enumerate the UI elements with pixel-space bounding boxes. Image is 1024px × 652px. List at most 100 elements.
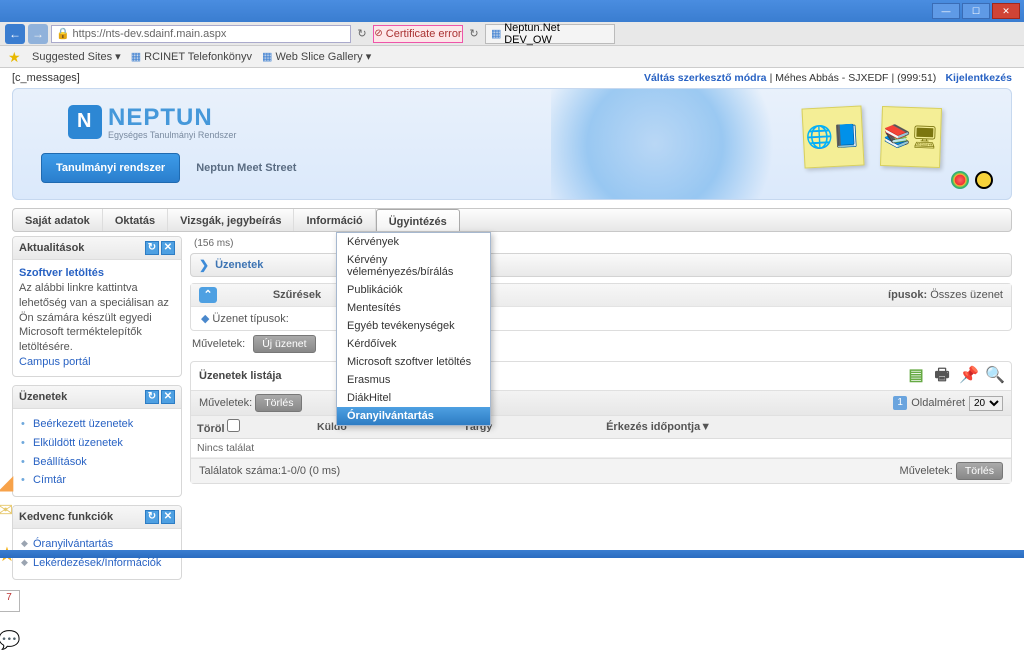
url-field[interactable]: 🔒 https://nts-dev.sdainf.main.aspx [51, 25, 351, 43]
maximize-button[interactable]: ☐ [962, 3, 990, 19]
fav-oranyilvantartas[interactable]: Óranyilvántartás [33, 538, 113, 550]
campus-portal-link[interactable]: Campus portál [19, 356, 91, 368]
submenu-ms-szoftver[interactable]: Microsoft szoftver letöltés [337, 353, 490, 371]
load-time: (156 ms) [194, 238, 1012, 249]
filter-types-partial: ípusok: Összes üzenet [888, 289, 1003, 301]
chevron-right-icon[interactable]: ❯ [199, 258, 209, 272]
fav-webslice[interactable]: ▦ Web Slice Gallery ▾ [262, 50, 371, 63]
color-theme-icon[interactable] [951, 171, 969, 189]
close-icon[interactable]: ✕ [161, 510, 175, 524]
browser-tab[interactable]: ▦ Neptun.Net DEV_OW [485, 24, 615, 44]
refresh-icon[interactable]: ↻ [145, 390, 159, 404]
refresh-icon[interactable]: ↻ [145, 241, 159, 255]
postit-icon: 📚🖥 [880, 106, 942, 168]
postit-icon: 🌐📘 [801, 105, 864, 168]
menu-vizsgak[interactable]: Vizsgák, jegybeírás [168, 209, 294, 231]
accessibility-icons [951, 171, 993, 189]
operations-row: Műveletek: Új üzenet [192, 335, 1012, 353]
sent-link[interactable]: Elküldött üzenetek [33, 437, 123, 449]
mode-academic[interactable]: Tanulmányi rendszer [41, 153, 180, 183]
no-result: Nincs találat [191, 439, 1011, 458]
software-download-link[interactable]: Szoftver letöltés [19, 267, 104, 279]
filter-box: ⌃ Szűrések ípusok: Összes üzenet ◆ Üzene… [190, 283, 1012, 331]
logout-link[interactable]: Kijelentkezés [945, 72, 1012, 84]
c-messages: [c_messages] [12, 72, 80, 84]
submenu-publikaciok[interactable]: Publikációk [337, 281, 490, 299]
speech-icon[interactable]: 💬 [0, 630, 20, 652]
favorites-star-icon[interactable]: ★ [8, 50, 22, 64]
message-list-panel: Üzenetek listája ▤ 🖶 📌 🔍 Műveletek: Törl… [190, 361, 1012, 484]
bullet-icon: ◆ [201, 313, 209, 325]
logo: NEPTUN Egységes Tanulmányi Rendszer [68, 104, 236, 140]
close-icon[interactable]: ✕ [161, 390, 175, 404]
submenu-erasmus[interactable]: Erasmus [337, 371, 490, 389]
panel-favorites: Kedvenc funkciók ↻✕ Óranyilvántartás Lek… [12, 505, 182, 580]
sort-desc-icon: ▼ [700, 421, 711, 433]
close-icon[interactable]: ✕ [161, 241, 175, 255]
submenu-egyeb[interactable]: Egyéb tevékenységek [337, 317, 490, 335]
page-number[interactable]: 1 [893, 396, 907, 410]
addressbook-link[interactable]: Címtár [33, 474, 66, 486]
news-body: Az alábbi linkre kattintva lehetőség van… [19, 282, 169, 353]
panel-messages-title: Üzenetek [19, 391, 67, 403]
calendar-icon[interactable]: 7 [0, 590, 20, 612]
session-timer: (999:51) [897, 72, 936, 84]
close-button[interactable]: ✕ [992, 3, 1020, 19]
settings-link[interactable]: Beállítások [33, 456, 87, 468]
postit-group: 🌐📘 📚🖥 [803, 107, 941, 167]
new-message-button[interactable]: Új üzenet [253, 335, 315, 353]
back-button[interactable]: ← [5, 24, 25, 44]
top-line: [c_messages] Váltás szerkesztő módra | M… [0, 68, 1024, 88]
ops-label: Műveletek: [192, 338, 245, 350]
message-table: Töröl Küldő Tárgy Érkezés időpontja▼ Nin… [191, 416, 1011, 458]
user-name: Méhes Abbás - SJXEDF [775, 72, 888, 84]
section-heading: ❯ Üzenetek [190, 253, 1012, 277]
favorites-bar: ★ Suggested Sites ▾ ▦ RCINET Telefonköny… [0, 46, 1024, 68]
menu-oktatas[interactable]: Oktatás [103, 209, 168, 231]
export-xls-icon[interactable]: ▤ [907, 367, 925, 385]
refresh-icon[interactable]: ↻ [145, 510, 159, 524]
menu-informacio[interactable]: Információ [294, 209, 375, 231]
inbox-link[interactable]: Beérkezett üzenetek [33, 418, 133, 430]
refresh-icon[interactable]: ↻ [354, 27, 370, 40]
panel-news-title: Aktualitások [19, 242, 84, 254]
panel-messages: Üzenetek ↻✕ Beérkezett üzenetek Elküldöt… [12, 385, 182, 497]
forward-button[interactable]: → [28, 24, 48, 44]
refresh-icon-2[interactable]: ↻ [466, 27, 482, 40]
submenu-kerdoivek[interactable]: Kérdőívek [337, 335, 490, 353]
menu-ugyintezes[interactable]: Ügyintézés [376, 209, 460, 231]
result-count: Találatok száma:1-0/0 (0 ms) [199, 465, 340, 477]
ops-label2: Műveletek: [199, 397, 252, 409]
contrast-icon[interactable] [975, 171, 993, 189]
menu-sajat-adatok[interactable]: Saját adatok [13, 209, 103, 231]
fav-lekerdezesek[interactable]: Lekérdezések/Információk [33, 557, 161, 569]
submenu-oranyilvantartas[interactable]: Óranyilvántartás [337, 407, 490, 425]
mode-ribbon: Tanulmányi rendszer Neptun Meet Street [41, 153, 312, 183]
search-icon[interactable]: 🔍 [985, 367, 1003, 385]
certificate-error[interactable]: ⊘ Certificate error [373, 25, 463, 43]
rss-icon[interactable]: ◢ [0, 470, 20, 492]
minimize-button[interactable]: — [932, 3, 960, 19]
fav-phonebook[interactable]: ▦ RCINET Telefonkönyv [131, 50, 252, 63]
mode-meetstreet[interactable]: Neptun Meet Street [180, 154, 312, 182]
submenu-kervenyek[interactable]: Kérvények [337, 233, 490, 251]
submenu-diakhitel[interactable]: DiákHitel [337, 389, 490, 407]
submenu-kerveny-biralas[interactable]: Kérvény véleményezés/bírálás [337, 251, 490, 281]
delete-button[interactable]: Törlés [255, 394, 302, 412]
print-icon[interactable]: 🖶 [933, 367, 951, 385]
col-arrived[interactable]: Érkezés időpontja▼ [600, 416, 1011, 439]
submenu-mentesites[interactable]: Mentesítés [337, 299, 490, 317]
switch-edit-mode-link[interactable]: Váltás szerkesztő módra [644, 72, 767, 84]
collapse-toggle[interactable]: ⌃ [199, 287, 217, 303]
pagesize-select[interactable]: 20 [969, 396, 1003, 411]
submenu-ugyintezes: Kérvények Kérvény véleményezés/bírálás P… [336, 232, 491, 426]
mail-icon[interactable]: ✉ [0, 500, 20, 522]
delete-button-bottom[interactable]: Törlés [956, 462, 1003, 480]
select-all-checkbox[interactable] [227, 419, 240, 432]
panel-fav-title: Kedvenc funkciók [19, 511, 113, 523]
banner-graphic [551, 88, 811, 200]
window-titlebar: — ☐ ✕ [0, 0, 1024, 22]
logo-text: NEPTUN [108, 104, 236, 132]
pin-icon[interactable]: 📌 [959, 367, 977, 385]
fav-suggested[interactable]: Suggested Sites ▾ [32, 50, 121, 63]
